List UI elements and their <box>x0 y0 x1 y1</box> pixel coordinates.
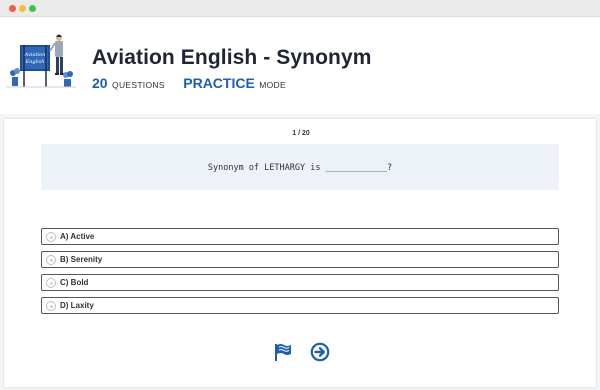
quiz-title: Aviation English - Synonym <box>92 46 372 69</box>
mode-name: PRACTICE <box>183 75 255 91</box>
maximize-window-button[interactable] <box>29 5 36 12</box>
quiz-thumbnail-image: Aviation English <box>6 29 76 91</box>
option-c[interactable]: C) Bold <box>41 274 559 291</box>
question-box: Synonym of LETHARGY is ____________? <box>41 144 559 190</box>
question-text: Synonym of LETHARGY is ____________? <box>207 163 393 173</box>
questions-label: QUESTIONS <box>112 80 165 90</box>
option-b[interactable]: B) Serenity <box>41 251 559 268</box>
minimize-window-button[interactable] <box>19 5 26 12</box>
option-label: A) Active <box>60 232 95 241</box>
option-label: D) Laxity <box>60 301 94 310</box>
arrow-right-circle-icon[interactable] <box>310 342 330 362</box>
mode-label: MODE <box>259 80 286 90</box>
option-label: C) Bold <box>60 278 89 287</box>
question-count: 20 <box>92 75 108 91</box>
flag-icon[interactable] <box>273 342 293 362</box>
option-a[interactable]: A) Active <box>41 228 559 245</box>
option-radio-icon[interactable] <box>46 232 56 242</box>
close-window-button[interactable] <box>9 5 16 12</box>
option-radio-icon[interactable] <box>46 278 56 288</box>
thumbnail-text-line1: Aviation <box>24 52 46 58</box>
question-card: 1 / 20 Synonym of LETHARGY is __________… <box>3 118 597 388</box>
option-label: B) Serenity <box>60 255 103 264</box>
quiz-panel: 1 / 20 Synonym of LETHARGY is __________… <box>0 114 600 390</box>
option-radio-icon[interactable] <box>46 301 56 311</box>
question-progress: 1 / 20 <box>292 130 310 137</box>
option-radio-icon[interactable] <box>46 255 56 265</box>
thumbnail-text-line2: English <box>24 59 44 65</box>
window-title-bar <box>0 0 600 17</box>
quiz-header: Aviation English Aviation English - Syno… <box>0 17 600 114</box>
quiz-meta: 20 QUESTIONS PRACTICE MODE <box>92 75 286 93</box>
option-d[interactable]: D) Laxity <box>41 297 559 314</box>
